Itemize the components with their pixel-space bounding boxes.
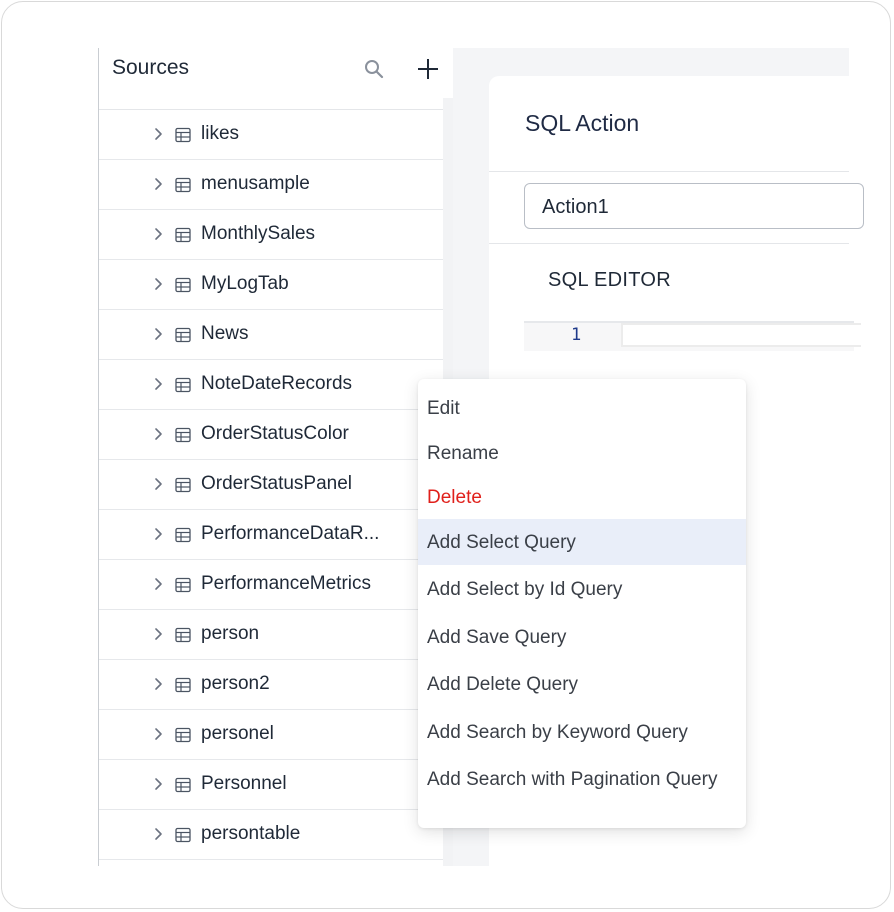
list-item[interactable]: personel xyxy=(99,710,443,760)
menu-item-label: Edit xyxy=(427,398,460,419)
menu-item[interactable]: Delete xyxy=(418,474,746,520)
menu-item-label: Add Search by Keyword Query xyxy=(427,722,688,743)
chevron-right-icon[interactable] xyxy=(153,577,163,591)
sql-code-input[interactable] xyxy=(621,323,861,347)
list-item-label: MyLogTab xyxy=(201,273,289,294)
list-item-label: Personnel xyxy=(201,773,287,794)
search-icon[interactable] xyxy=(363,58,385,80)
chevron-right-icon[interactable] xyxy=(153,627,163,641)
menu-item-label: Add Select Query xyxy=(427,532,576,553)
table-icon xyxy=(175,527,191,543)
line-number: 1 xyxy=(571,325,582,345)
list-item[interactable]: Personnel xyxy=(99,760,443,810)
table-icon xyxy=(175,177,191,193)
menu-item[interactable]: Rename xyxy=(418,430,746,476)
menu-item[interactable]: Add Select by Id Query xyxy=(418,566,746,612)
table-icon xyxy=(175,777,191,793)
list-item[interactable]: MyLogTab xyxy=(99,260,443,310)
list-item-label: person xyxy=(201,623,260,644)
table-icon xyxy=(175,827,191,843)
list-item[interactable]: News xyxy=(99,310,443,360)
sql-editor-title: SQL EDITOR xyxy=(548,269,672,291)
list-item[interactable]: likes xyxy=(99,110,443,160)
chevron-right-icon[interactable] xyxy=(153,677,163,691)
chevron-right-icon[interactable] xyxy=(153,177,163,191)
list-item[interactable]: PerformanceMetrics xyxy=(99,560,443,610)
chevron-right-icon[interactable] xyxy=(153,377,163,391)
table-icon xyxy=(175,127,191,143)
menu-item-label: Add Save Query xyxy=(427,627,567,648)
list-item-label: person2 xyxy=(201,673,270,694)
list-item-label: persontable xyxy=(201,823,301,844)
menu-item[interactable]: Add Select Query xyxy=(418,519,746,565)
table-icon xyxy=(175,277,191,293)
menu-item-label: Add Select by Id Query xyxy=(427,579,623,600)
chevron-right-icon[interactable] xyxy=(153,777,163,791)
menu-item[interactable]: Add Search with Pagination Query xyxy=(418,756,746,802)
list-item[interactable]: NoteDateRecords xyxy=(99,360,443,410)
list-item-label: personel xyxy=(201,723,274,744)
list-item[interactable]: OrderStatusColor xyxy=(99,410,443,460)
list-item[interactable]: OrderStatusPanel xyxy=(99,460,443,510)
list-item[interactable]: PerformanceDataR... xyxy=(99,510,443,560)
list-item-label: PerformanceDataR... xyxy=(201,523,380,544)
menu-item[interactable]: Add Delete Query xyxy=(418,661,746,707)
list-item-label: likes xyxy=(201,123,240,144)
chevron-right-icon[interactable] xyxy=(153,227,163,241)
chevron-right-icon[interactable] xyxy=(153,727,163,741)
list-item[interactable]: person2 xyxy=(99,660,443,710)
table-icon xyxy=(175,477,191,493)
list-item[interactable]: menusample xyxy=(99,160,443,210)
divider xyxy=(489,243,849,244)
menu-item[interactable]: Edit xyxy=(418,385,746,431)
list-item-label: OrderStatusColor xyxy=(201,423,349,444)
table-icon xyxy=(175,427,191,443)
chevron-right-icon[interactable] xyxy=(153,127,163,141)
list-item[interactable]: MonthlySales xyxy=(99,210,443,260)
chevron-right-icon[interactable] xyxy=(153,827,163,841)
menu-item-label: Add Search with Pagination Query xyxy=(427,769,718,790)
table-icon xyxy=(175,227,191,243)
action-select-value: Action1 xyxy=(542,196,609,218)
sql-editor: 1 xyxy=(524,321,861,351)
list-item-label: menusample xyxy=(201,173,310,194)
menu-item-label: Rename xyxy=(427,443,499,464)
list-item-label: NoteDateRecords xyxy=(201,373,353,394)
chevron-right-icon[interactable] xyxy=(153,477,163,491)
menu-item-label: Add Delete Query xyxy=(427,674,579,695)
table-icon xyxy=(175,677,191,693)
list-item-label: PerformanceMetrics xyxy=(201,573,371,594)
list-item-label: OrderStatusPanel xyxy=(201,473,353,494)
table-icon xyxy=(175,727,191,743)
sidebar-header: Sources xyxy=(99,48,454,110)
chevron-right-icon[interactable] xyxy=(153,527,163,541)
page-title: SQL Action xyxy=(525,110,640,136)
list-item[interactable]: persontable xyxy=(99,810,443,860)
menu-item[interactable]: Add Search by Keyword Query xyxy=(418,709,746,755)
chevron-right-icon[interactable] xyxy=(153,277,163,291)
list-item-label: News xyxy=(201,323,249,344)
divider xyxy=(489,171,849,172)
sources-sidebar: Sources likes menusample MonthlySales MyLog… xyxy=(98,48,454,866)
chevron-right-icon[interactable] xyxy=(153,327,163,341)
action-select[interactable]: Action1 xyxy=(524,183,864,229)
menu-item[interactable]: Add Save Query xyxy=(418,614,746,660)
table-icon xyxy=(175,377,191,393)
window-frame: Sources likes menusample MonthlySales MyLog… xyxy=(1,1,891,909)
sources-list: likes menusample MonthlySales MyLogTab News N… xyxy=(99,110,443,860)
list-item-label: MonthlySales xyxy=(201,223,316,244)
list-item[interactable]: person xyxy=(99,610,443,660)
table-icon xyxy=(175,627,191,643)
table-icon xyxy=(175,327,191,343)
menu-item-label: Delete xyxy=(427,487,482,508)
sidebar-title: Sources xyxy=(112,56,190,79)
table-icon xyxy=(175,577,191,593)
chevron-right-icon[interactable] xyxy=(153,427,163,441)
context-menu: Edit Rename Delete Add Select Query Add Sele… xyxy=(418,379,746,828)
plus-icon[interactable] xyxy=(415,56,441,82)
